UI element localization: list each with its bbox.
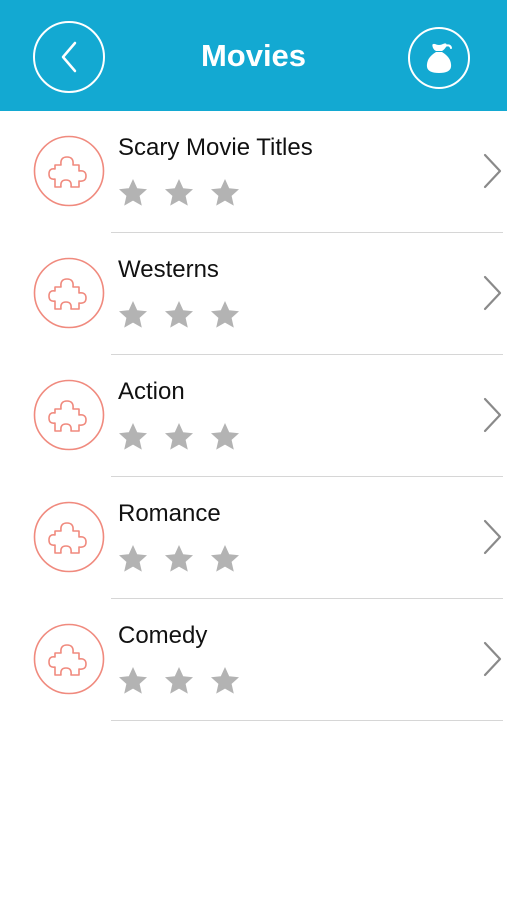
- star-rating: [117, 665, 255, 697]
- chevron-right-icon: [483, 641, 502, 677]
- category-label: Romance: [118, 500, 221, 527]
- category-row[interactable]: Action: [0, 355, 507, 477]
- star-icon: [119, 301, 147, 328]
- row-divider: [111, 720, 503, 721]
- star-icon: [165, 545, 193, 572]
- star-icon: [211, 179, 239, 206]
- star-icon: [211, 423, 239, 450]
- star-icon: [165, 301, 193, 328]
- puzzle-piece-icon: [33, 379, 105, 451]
- star-icon: [211, 545, 239, 572]
- star-icon: [119, 423, 147, 450]
- category-list: Scary Movie Titles Westerns Action Roman…: [0, 111, 507, 721]
- chevron-right-icon: [483, 397, 502, 433]
- star-rating: [117, 299, 255, 331]
- category-row[interactable]: Comedy: [0, 599, 507, 721]
- money-bag-icon: [426, 43, 452, 73]
- puzzle-piece-icon: [33, 135, 105, 207]
- star-icon: [211, 301, 239, 328]
- star-rating: [117, 177, 255, 209]
- app-screen: Movies Scary Movie Titles Westerns Actio…: [0, 0, 507, 900]
- star-rating: [117, 543, 255, 575]
- star-icon: [119, 667, 147, 694]
- star-rating: [117, 421, 255, 453]
- puzzle-piece-icon: [33, 623, 105, 695]
- header-bar: Movies: [0, 0, 507, 111]
- chevron-right-icon: [483, 275, 502, 311]
- category-row[interactable]: Romance: [0, 477, 507, 599]
- puzzle-piece-icon: [33, 501, 105, 573]
- category-label: Westerns: [118, 256, 219, 283]
- star-icon: [119, 545, 147, 572]
- star-icon: [165, 667, 193, 694]
- category-label: Action: [118, 378, 185, 405]
- category-row[interactable]: Westerns: [0, 233, 507, 355]
- chevron-right-icon: [483, 153, 502, 189]
- category-row[interactable]: Scary Movie Titles: [0, 111, 507, 233]
- star-icon: [119, 179, 147, 206]
- puzzle-piece-icon: [33, 257, 105, 329]
- category-label: Scary Movie Titles: [118, 134, 313, 161]
- chevron-right-icon: [483, 519, 502, 555]
- star-icon: [211, 667, 239, 694]
- star-icon: [165, 423, 193, 450]
- money-bag-button[interactable]: [408, 27, 470, 89]
- category-label: Comedy: [118, 622, 208, 649]
- star-icon: [165, 179, 193, 206]
